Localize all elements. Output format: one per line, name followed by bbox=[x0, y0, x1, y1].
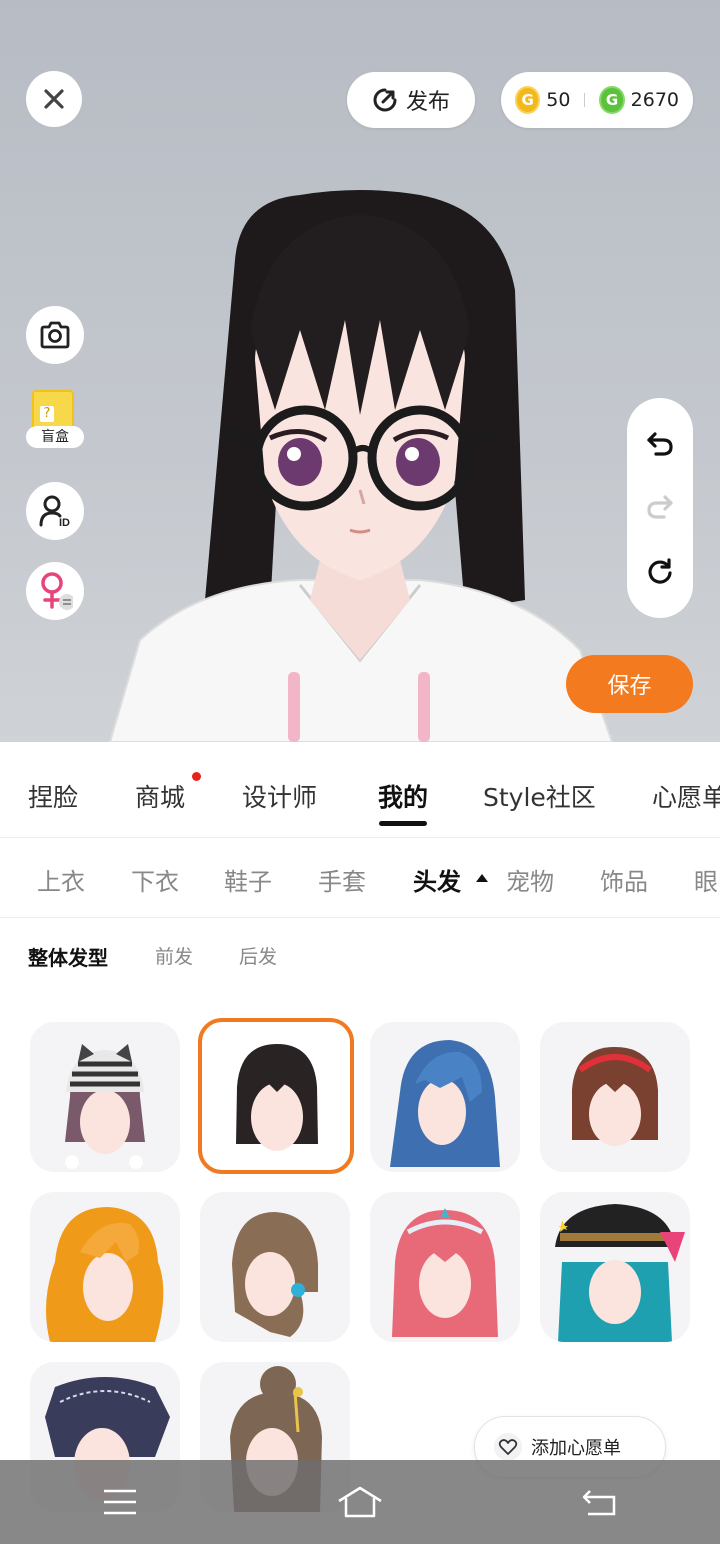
menu-icon bbox=[104, 1489, 136, 1515]
category-tabs: 上衣 下衣 鞋子 手套 头发 宠物 饰品 眼 bbox=[0, 838, 720, 918]
category-bottoms[interactable]: 下衣 bbox=[131, 862, 179, 897]
avatar-stage: 发布 G 50 G 2670 ? 盲盒 ID 保存 bbox=[0, 0, 720, 742]
home-button[interactable] bbox=[330, 1482, 390, 1522]
green-coin-icon: G bbox=[599, 86, 625, 114]
hair-filters: 整体发型 前发 后发 bbox=[0, 942, 720, 972]
tab-style-community[interactable]: Style社区 bbox=[483, 778, 596, 814]
category-shoes[interactable]: 鞋子 bbox=[224, 862, 272, 897]
currency-balance[interactable]: G 50 G 2670 bbox=[501, 72, 693, 128]
category-eyes[interactable]: 眼 bbox=[694, 862, 718, 897]
filter-front-hair[interactable]: 前发 bbox=[155, 942, 193, 969]
history-controls bbox=[627, 398, 693, 618]
reset-icon[interactable] bbox=[646, 557, 674, 585]
user-id-icon: ID bbox=[39, 495, 70, 528]
currency-divider bbox=[584, 93, 586, 107]
publish-label: 发布 bbox=[405, 90, 450, 115]
undo-icon[interactable] bbox=[646, 431, 674, 457]
camera-button[interactable] bbox=[26, 306, 84, 364]
back-button[interactable] bbox=[570, 1482, 630, 1522]
green-coin-count: 2670 bbox=[630, 89, 679, 111]
pink-tiara-hair-icon bbox=[392, 1208, 498, 1337]
beanie-hair-icon bbox=[65, 1044, 145, 1169]
brown-side-tail-icon bbox=[232, 1212, 318, 1337]
redo-icon[interactable] bbox=[646, 494, 674, 520]
tab-face[interactable]: 捏脸 bbox=[28, 778, 78, 814]
category-gloves[interactable]: 手套 bbox=[318, 862, 366, 897]
main-tabs: 捏脸 商城 设计师 我的 Style社区 心愿单 bbox=[0, 742, 720, 838]
hair-item[interactable] bbox=[540, 1192, 690, 1342]
blind-box-label: 盲盒 bbox=[26, 426, 84, 448]
publish-icon bbox=[373, 88, 397, 112]
gold-coin-count: 50 bbox=[546, 89, 571, 111]
active-tab-indicator bbox=[379, 821, 427, 826]
blind-box-button[interactable]: ? 盲盒 bbox=[26, 390, 86, 460]
close-button[interactable] bbox=[26, 71, 82, 127]
hair-item[interactable] bbox=[540, 1022, 690, 1172]
wardrobe-panel: 捏脸 商城 设计师 我的 Style社区 心愿单 上衣 下衣 鞋子 手套 头发 … bbox=[0, 742, 720, 1544]
blind-box-icon: ? bbox=[32, 390, 74, 430]
heart-icon bbox=[494, 1433, 522, 1461]
profile-id-button[interactable]: ID bbox=[26, 482, 84, 540]
camera-icon bbox=[40, 321, 70, 349]
menu-button[interactable] bbox=[90, 1482, 150, 1522]
tab-shop[interactable]: 商城 bbox=[135, 778, 185, 814]
notification-dot bbox=[192, 772, 201, 781]
close-icon bbox=[44, 89, 64, 109]
blind-box-mark: ? bbox=[40, 406, 54, 422]
publish-button[interactable]: 发布 bbox=[347, 72, 475, 128]
tab-mine[interactable]: 我的 bbox=[378, 778, 428, 814]
gender-switch-button[interactable] bbox=[26, 562, 84, 620]
save-button[interactable]: 保存 bbox=[566, 655, 693, 713]
orange-wavy-hair-icon bbox=[46, 1207, 164, 1342]
category-hair[interactable]: 头发 bbox=[413, 862, 461, 897]
system-navigation-bar bbox=[0, 1460, 720, 1544]
blue-long-hair-icon bbox=[390, 1040, 500, 1167]
category-tops[interactable]: 上衣 bbox=[37, 862, 85, 897]
hair-item[interactable] bbox=[200, 1192, 350, 1342]
svg-text:ID: ID bbox=[59, 517, 70, 528]
home-icon bbox=[338, 1486, 382, 1518]
category-pets[interactable]: 宠物 bbox=[506, 862, 554, 897]
category-accessories[interactable]: 饰品 bbox=[600, 862, 648, 897]
filter-full-hairstyle[interactable]: 整体发型 bbox=[28, 942, 108, 971]
hair-item-selected[interactable] bbox=[198, 1018, 354, 1174]
tab-wishlist[interactable]: 心愿单 bbox=[652, 778, 720, 814]
filter-back-hair[interactable]: 后发 bbox=[239, 942, 277, 969]
add-to-wishlist-label: 添加心愿单 bbox=[531, 1438, 621, 1459]
back-icon bbox=[582, 1490, 616, 1516]
tab-designer[interactable]: 设计师 bbox=[242, 778, 317, 814]
hair-item[interactable] bbox=[370, 1192, 520, 1342]
hair-item[interactable] bbox=[30, 1192, 180, 1342]
gold-coin-icon: G bbox=[515, 86, 541, 114]
hair-item[interactable] bbox=[30, 1022, 180, 1172]
female-icon bbox=[41, 572, 73, 610]
hair-item[interactable] bbox=[370, 1022, 520, 1172]
caret-up-icon[interactable] bbox=[476, 874, 488, 882]
black-bob-hair-icon bbox=[236, 1044, 318, 1151]
teal-cap-hair-icon bbox=[555, 1204, 685, 1342]
brown-bob-headband-icon bbox=[572, 1047, 658, 1146]
